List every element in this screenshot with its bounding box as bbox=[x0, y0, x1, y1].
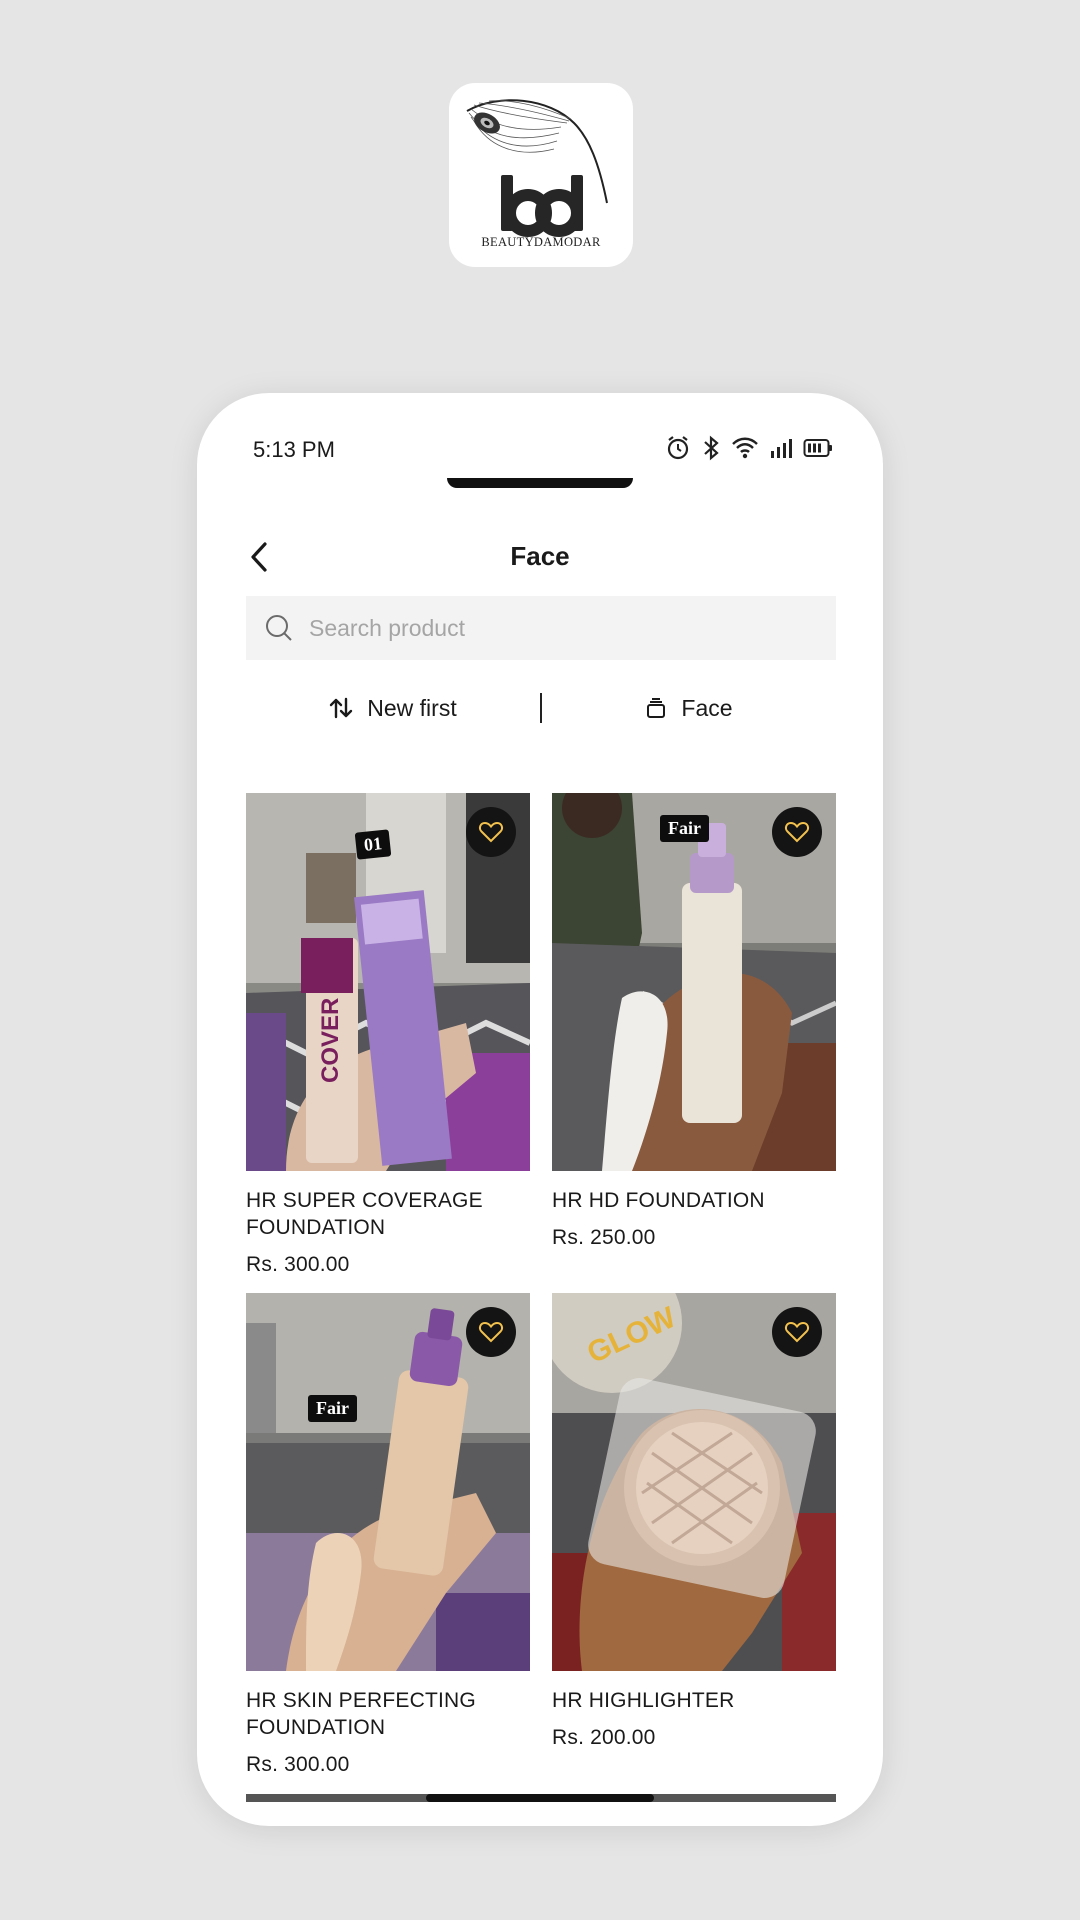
category-label: Face bbox=[681, 694, 733, 721]
product-badge: Fair bbox=[308, 1395, 357, 1422]
favorite-button[interactable] bbox=[772, 1307, 822, 1357]
app-logo: BEAUTYDAMODAR bbox=[449, 83, 633, 267]
heart-icon bbox=[784, 821, 810, 843]
product-name[interactable]: HR SKIN PERFECTING FOUNDATION bbox=[246, 1687, 530, 1741]
product-name[interactable]: HR SUPER COVERAGE FOUNDATION bbox=[246, 1187, 530, 1241]
battery-icon bbox=[803, 437, 833, 459]
product-name[interactable]: HR HD FOUNDATION bbox=[552, 1187, 836, 1214]
page-title: Face bbox=[510, 541, 570, 571]
filter-bar: New first Face bbox=[246, 685, 836, 731]
category-filter-button[interactable]: Face bbox=[542, 695, 836, 722]
heart-icon bbox=[784, 1321, 810, 1343]
status-time: 5:13 PM bbox=[253, 437, 335, 462]
sort-label: New first bbox=[367, 694, 457, 721]
product-badge: 01 bbox=[354, 829, 392, 860]
heart-icon bbox=[478, 1321, 504, 1343]
wifi-icon bbox=[731, 436, 759, 460]
search-icon bbox=[265, 614, 293, 642]
product-price: Rs. 300.00 bbox=[246, 1253, 350, 1276]
favorite-button[interactable] bbox=[466, 807, 516, 857]
sort-button[interactable]: New first bbox=[246, 695, 540, 722]
home-indicator[interactable] bbox=[426, 1794, 654, 1802]
search-input[interactable] bbox=[307, 613, 811, 643]
product-badge: Fair bbox=[660, 815, 709, 842]
search-bar[interactable] bbox=[246, 596, 836, 660]
product-name[interactable]: HR HIGHLIGHTER bbox=[552, 1687, 836, 1714]
alarm-icon bbox=[665, 435, 691, 461]
brand-name: BEAUTYDAMODAR bbox=[481, 235, 601, 249]
bluetooth-icon bbox=[701, 435, 721, 461]
favorite-button[interactable] bbox=[466, 1307, 516, 1357]
favorite-button[interactable] bbox=[772, 807, 822, 857]
product-price: Rs. 250.00 bbox=[552, 1226, 656, 1249]
status-icons bbox=[665, 435, 833, 461]
signal-icon bbox=[769, 436, 793, 460]
phone-screen: 5:13 PM Face New first bbox=[197, 393, 883, 1826]
product-price: Rs. 200.00 bbox=[552, 1726, 656, 1749]
camera-notch bbox=[447, 478, 633, 488]
svg-text:COVER: COVER bbox=[317, 998, 344, 1083]
product-price: Rs. 300.00 bbox=[246, 1753, 350, 1776]
category-stack-icon bbox=[647, 698, 666, 718]
heart-icon bbox=[478, 821, 504, 843]
sort-arrows-icon bbox=[330, 697, 353, 719]
